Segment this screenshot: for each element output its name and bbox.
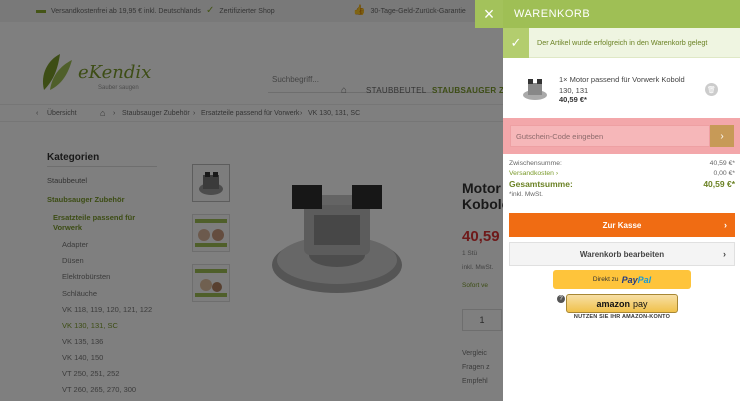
- subtotal-value: 40,59 €*: [709, 160, 735, 167]
- close-icon[interactable]: ×: [475, 0, 503, 28]
- voucher-input[interactable]: Gutschein-Code eingeben: [510, 125, 710, 147]
- subtotal-label: Zwischensumme:: [509, 160, 562, 167]
- modal-backdrop[interactable]: [0, 0, 503, 401]
- success-message: Der Artikel wurde erfolgreich in den War…: [537, 38, 708, 47]
- amazon-logo: amazon: [596, 298, 630, 309]
- cart-panel: [503, 0, 740, 401]
- shipping-row: Versandkosten › 0,00 €*: [509, 170, 735, 177]
- voucher-submit-button[interactable]: ›: [710, 125, 734, 147]
- cart-item-qty: 1×: [559, 75, 568, 84]
- total-row: Gesamtsumme: 40,59 €*: [509, 179, 735, 189]
- trash-icon[interactable]: 🗑: [705, 83, 718, 96]
- total-label: Gesamtsumme:: [509, 179, 573, 189]
- shipping-link[interactable]: Versandkosten ›: [509, 170, 558, 177]
- paypal-prefix: Direkt zu: [592, 276, 619, 283]
- shipping-value: 0,00 €*: [713, 170, 735, 177]
- subtotal-row: Zwischensumme: 40,59 €*: [509, 160, 735, 167]
- amazon-pay-button[interactable]: amazon pay: [566, 294, 678, 313]
- cart-item-title[interactable]: 1× Motor passend für Vorwerk Kobold 130,…: [559, 74, 699, 96]
- chevron-right-icon: ›: [724, 220, 727, 230]
- edit-cart-label: Warenkorb bearbeiten: [579, 249, 665, 259]
- checkmark-icon: ✓: [503, 27, 529, 58]
- shipping-label: Versandkosten: [509, 170, 554, 177]
- paypal-logo: Pal: [637, 274, 652, 285]
- cart-title: WARENKORB: [503, 0, 740, 28]
- cart-item-name: Motor passend für Vorwerk Kobold 130, 13…: [559, 75, 685, 95]
- cart-item-price: 40,59 €*: [559, 95, 587, 104]
- amazon-logo: pay: [633, 298, 648, 309]
- chevron-right-icon: ›: [723, 249, 726, 259]
- amazon-pay-caption: NUTZEN SIE IHR AMAZON-KONTO: [573, 314, 671, 320]
- chevron-right-icon: ›: [720, 130, 724, 142]
- edit-cart-button[interactable]: Warenkorb bearbeiten ›: [509, 242, 735, 266]
- total-value: 40,59 €*: [703, 179, 735, 189]
- cart-item-image[interactable]: [520, 74, 550, 104]
- paypal-logo: Pay: [621, 274, 638, 285]
- checkout-label: Zur Kasse: [602, 220, 642, 230]
- tax-note: *inkl. MwSt.: [509, 191, 543, 198]
- paypal-button[interactable]: Direkt zu Pay Pal: [553, 270, 691, 289]
- checkout-button[interactable]: Zur Kasse ›: [509, 213, 735, 237]
- help-icon[interactable]: ?: [557, 295, 565, 303]
- success-alert: ✓ Der Artikel wurde erfolgreich in den W…: [503, 27, 740, 58]
